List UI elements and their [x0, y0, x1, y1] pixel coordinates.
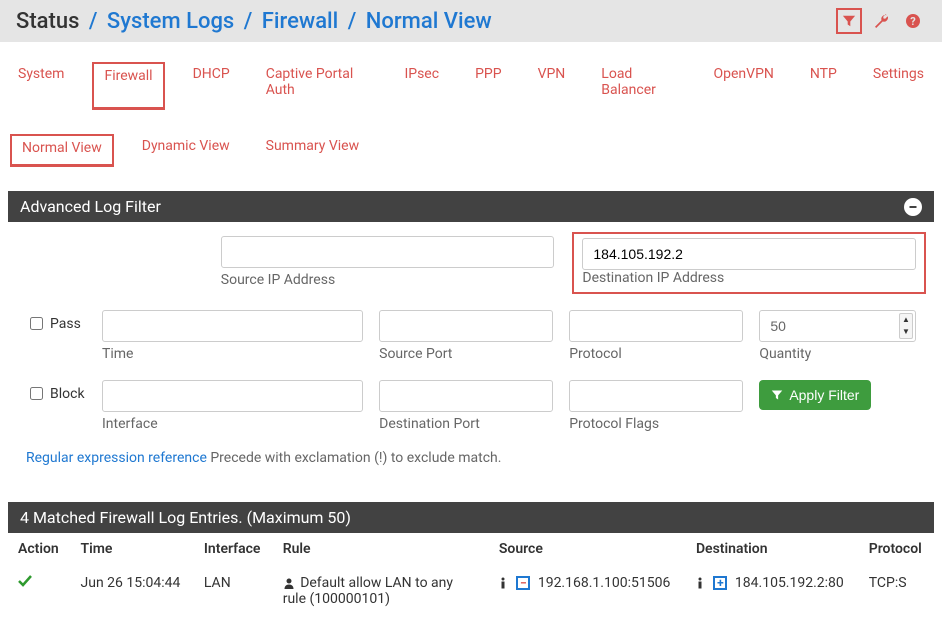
user-icon — [283, 577, 295, 589]
log-table: Action Time Interface Rule Source Destin… — [8, 533, 934, 617]
filter-icon — [771, 389, 783, 401]
dest-ip-highlight: Destination IP Address — [572, 232, 926, 294]
tabs-level1: System Firewall DHCP Captive Portal Auth… — [0, 42, 942, 110]
block-checkbox[interactable] — [30, 387, 43, 400]
tab-load-balancer[interactable]: Load Balancer — [593, 62, 685, 110]
block-checkbox-label[interactable]: Block — [26, 384, 85, 403]
tab-ppp[interactable]: PPP — [467, 62, 510, 110]
interface-input[interactable] — [102, 380, 363, 412]
tab-dhcp[interactable]: DHCP — [185, 62, 238, 110]
tabs-level2: Normal View Dynamic View Summary View — [0, 110, 942, 167]
chevron-down-icon[interactable]: ▼ — [900, 326, 912, 338]
header-bar: Status / System Logs / Firewall / Normal… — [0, 0, 942, 42]
col-rule: Rule — [273, 533, 489, 565]
resolve-ip-icon[interactable]: + — [713, 576, 727, 590]
cell-rule: Default allow LAN to any rule (100000101… — [283, 575, 453, 607]
info-icon[interactable] — [499, 577, 509, 589]
dest-port-input[interactable] — [379, 380, 553, 412]
tab-vpn[interactable]: VPN — [530, 62, 574, 110]
help-text: Precede with exclamation (!) to exclude … — [207, 450, 502, 466]
apply-filter-button[interactable]: Apply Filter — [759, 380, 871, 410]
breadcrumb: Status / System Logs / Firewall / Normal… — [16, 9, 492, 34]
filter-panel-title: Advanced Log Filter — [20, 197, 161, 216]
results-panel-header: 4 Matched Firewall Log Entries. (Maximum… — [8, 502, 934, 533]
quantity-label: Quantity — [759, 346, 916, 362]
tab-dynamic-view[interactable]: Dynamic View — [134, 134, 238, 167]
quantity-input[interactable] — [759, 310, 916, 342]
tab-normal-view[interactable]: Normal View — [10, 134, 114, 167]
protocol-input[interactable] — [569, 310, 743, 342]
cell-interface: LAN — [194, 565, 273, 617]
source-port-input[interactable] — [379, 310, 553, 342]
tab-summary-view[interactable]: Summary View — [258, 134, 367, 167]
protocol-label: Protocol — [569, 346, 743, 362]
time-label: Time — [102, 346, 363, 362]
breadcrumb-root: Status — [16, 9, 79, 34]
regex-help-link[interactable]: Regular expression reference — [26, 450, 207, 466]
help-line: Regular expression reference Precede wit… — [26, 450, 916, 466]
quantity-spinner[interactable]: ▲▼ — [899, 313, 913, 339]
time-input[interactable] — [102, 310, 363, 342]
col-source: Source — [489, 533, 686, 565]
filter-icon[interactable] — [836, 8, 862, 34]
col-protocol: Protocol — [859, 533, 934, 565]
check-icon — [18, 575, 61, 587]
dest-port-label: Destination Port — [379, 416, 553, 432]
protocol-flags-label: Protocol Flags — [569, 416, 743, 432]
source-ip-input[interactable] — [221, 236, 555, 268]
protocol-flags-input[interactable] — [569, 380, 743, 412]
dest-ip-input[interactable] — [582, 238, 916, 270]
tab-captive-portal-auth[interactable]: Captive Portal Auth — [258, 62, 377, 110]
tab-system[interactable]: System — [10, 62, 72, 110]
tab-settings[interactable]: Settings — [865, 62, 932, 110]
source-ip-label: Source IP Address — [221, 272, 555, 288]
tab-ipsec[interactable]: IPsec — [396, 62, 447, 110]
cell-destination: 184.105.192.2:80 — [735, 575, 844, 591]
dest-ip-label: Destination IP Address — [582, 270, 724, 286]
results-panel-title: 4 Matched Firewall Log Entries. (Maximum… — [20, 508, 351, 527]
source-port-label: Source Port — [379, 346, 553, 362]
tab-openvpn[interactable]: OpenVPN — [706, 62, 782, 110]
block-ip-icon[interactable]: − — [516, 576, 530, 590]
results-panel: 4 Matched Firewall Log Entries. (Maximum… — [8, 502, 934, 533]
interface-label: Interface — [102, 416, 363, 432]
filter-panel-header: Advanced Log Filter — [8, 191, 934, 222]
tab-firewall[interactable]: Firewall — [92, 62, 164, 110]
col-time: Time — [71, 533, 194, 565]
col-action: Action — [8, 533, 71, 565]
tab-ntp[interactable]: NTP — [802, 62, 845, 110]
pass-checkbox-label[interactable]: Pass — [26, 314, 81, 333]
pass-checkbox[interactable] — [30, 317, 43, 330]
info-icon[interactable] — [696, 577, 706, 589]
filter-panel: Advanced Log Filter Source IP Address De… — [8, 191, 934, 478]
breadcrumb-link-3[interactable]: Normal View — [366, 9, 492, 34]
table-row: Jun 26 15:04:44 LAN Default allow LAN to… — [8, 565, 934, 617]
help-icon[interactable]: ? — [900, 8, 926, 34]
cell-time: Jun 26 15:04:44 — [71, 565, 194, 617]
cell-protocol: TCP:S — [859, 565, 934, 617]
settings-wrench-icon[interactable] — [868, 8, 894, 34]
col-destination: Destination — [686, 533, 859, 565]
breadcrumb-link-1[interactable]: System Logs — [107, 9, 234, 34]
cell-source: 192.168.1.100:51506 — [538, 575, 671, 591]
svg-text:?: ? — [910, 15, 916, 28]
col-interface: Interface — [194, 533, 273, 565]
breadcrumb-link-2[interactable]: Firewall — [262, 9, 338, 34]
chevron-up-icon[interactable]: ▲ — [900, 314, 912, 326]
collapse-icon[interactable] — [904, 198, 922, 216]
